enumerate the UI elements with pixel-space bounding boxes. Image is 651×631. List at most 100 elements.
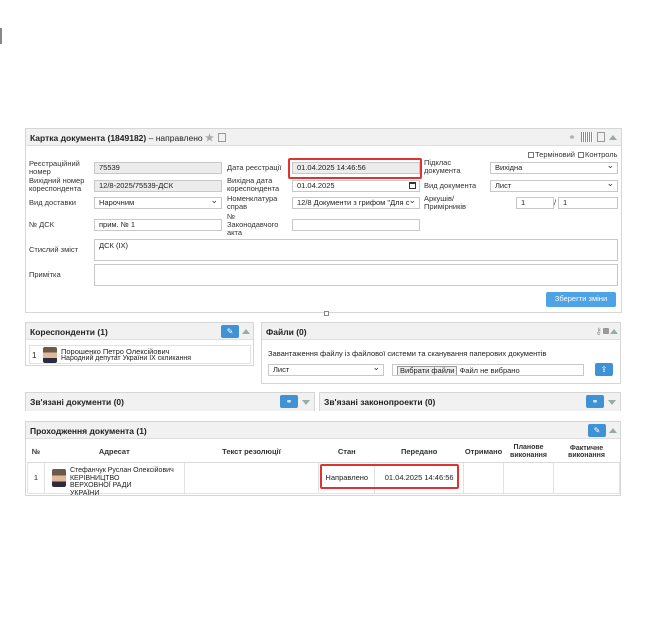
col-actual: Фактичне виконання: [553, 442, 620, 463]
route-resolution-cell: [183, 461, 320, 494]
correspondents-header: Кореспонденти (1) ✎: [26, 323, 253, 340]
reg-date-label: Дата реєстрації: [227, 163, 282, 172]
delivery-select[interactable]: Нарочним: [94, 197, 222, 209]
route-title: Проходження документа (1): [30, 426, 147, 436]
col-sent: Передано: [374, 442, 464, 463]
reg-date-highlight: [288, 158, 422, 179]
barcode-icon[interactable]: [581, 132, 593, 142]
splitter-handle[interactable]: [324, 311, 329, 316]
document-card: Картка документа (1849182) – направлено …: [25, 128, 622, 313]
urgent-checkbox[interactable]: [528, 152, 534, 159]
link-bills-button[interactable]: ⚭: [586, 395, 604, 408]
linked-bills-title: Зв'язані законопроекти (0): [324, 397, 436, 407]
key-icon[interactable]: ⚷: [595, 326, 602, 337]
route-header-row: № Адресат Текст резолюції Стан Передано …: [27, 442, 620, 463]
save-changes-button[interactable]: Зберегти зміни: [546, 292, 616, 307]
linked-bills-header: Зв'язані законопроекти (0) ⚭: [320, 393, 620, 411]
collapse-icon[interactable]: [609, 134, 617, 140]
col-received: Отримано: [463, 442, 504, 463]
urgent-label: Термiновий: [535, 150, 576, 159]
copy-icon[interactable]: [218, 133, 227, 142]
control-checkbox-row[interactable]: Контроль: [578, 151, 618, 159]
no-file-text: Файл не вибрано: [459, 366, 520, 375]
route-state-highlight: [320, 464, 459, 489]
edit-correspondents-button[interactable]: ✎: [221, 325, 239, 338]
reg-number-field[interactable]: 75539: [94, 162, 222, 174]
files-panel: Файли (0) ⚷ Завантаження файлу із файлов…: [261, 322, 621, 384]
correspondent-num: 1: [32, 351, 37, 360]
file-type-select[interactable]: Лист: [268, 364, 384, 376]
subclass-select[interactable]: Вихідна: [490, 162, 618, 174]
route-addressee-org: КЕРІВНИЦТВО ВЕРХОВНОЇ РАДИ УКРАЇНИ: [69, 474, 132, 497]
edit-route-button[interactable]: ✎: [588, 424, 606, 437]
doc-type-label: Вид документа: [424, 181, 477, 190]
sheets-field[interactable]: 1: [516, 197, 554, 209]
linked-docs-title: Зв'язані документи (0): [30, 397, 124, 407]
expand-linked-docs-icon[interactable]: [302, 400, 310, 405]
linked-bills-panel: Зв'язані законопроекти (0) ⚭: [319, 392, 621, 411]
col-planned: Планове виконання: [503, 442, 554, 463]
collapse-route-icon[interactable]: [609, 428, 617, 433]
files-header: Файли (0) ⚷: [262, 323, 620, 340]
route-row-num: 1: [27, 461, 45, 494]
dsk-label: № ДСК: [29, 220, 54, 229]
urgent-checkbox-row[interactable]: Термiновий: [528, 151, 575, 159]
col-addressee: Адресат: [44, 442, 185, 463]
document-icon[interactable]: [597, 132, 605, 142]
collapse-correspondents-icon[interactable]: [242, 329, 250, 334]
choose-files-button[interactable]: Вибрати файли: [397, 366, 458, 375]
card-dash: –: [148, 133, 154, 143]
correspondents-title: Кореспонденти (1): [30, 327, 108, 337]
linked-docs-panel: Зв'язані документи (0) ⚭: [25, 392, 315, 411]
calendar-icon[interactable]: [409, 182, 416, 189]
expand-linked-bills-icon[interactable]: [608, 400, 616, 405]
out-number-label: Вихідний номер кореспондента: [29, 176, 85, 193]
route-addressee-name: Стефанчук Руслан Олексійович: [69, 466, 174, 474]
subclass-label: Підклас документа: [424, 158, 461, 175]
card-status: направлено: [155, 133, 203, 143]
copies-field[interactable]: 1: [558, 197, 618, 209]
avatar: [51, 468, 66, 487]
out-number-field[interactable]: 12/8-2025/75539-ДСК: [94, 180, 222, 192]
note-textarea[interactable]: [94, 264, 618, 286]
sheets-separator: /: [554, 198, 557, 207]
upload-caption: Завантаження файлу із файлової системи т…: [268, 349, 547, 358]
out-date-field[interactable]: 01.04.2025: [292, 180, 420, 192]
card-title: Картка документа (1849182) – направлено …: [30, 133, 227, 144]
file-input[interactable]: Вибрати файли Файл не вибрано: [392, 364, 584, 376]
card-header: Картка документа (1849182) – направлено …: [26, 129, 621, 146]
route-header: Проходження документа (1) ✎: [26, 422, 620, 439]
nomenclature-select[interactable]: 12/8 Документи з грифом "Для с: [292, 197, 420, 209]
card-header-tools: ⚭: [567, 132, 617, 142]
col-state: Стан: [318, 442, 375, 463]
upload-button[interactable]: ⇪: [595, 363, 613, 376]
col-resolution: Текст резолюції: [184, 442, 319, 463]
doc-type-select[interactable]: Лист: [490, 180, 618, 192]
linked-docs-header: Зв'язані документи (0) ⚭: [26, 393, 314, 411]
control-checkbox[interactable]: [578, 152, 584, 159]
link-docs-button[interactable]: ⚭: [280, 395, 298, 408]
reg-number-label: Реєстраційний номер: [29, 159, 80, 176]
lock-icon[interactable]: [603, 328, 609, 334]
route-actual-cell: [553, 461, 620, 494]
dsk-field[interactable]: прим. № 1: [94, 219, 222, 231]
correspondents-panel: Кореспонденти (1) ✎ 1 Порошенко Петро Ол…: [25, 322, 254, 366]
route-planned-cell: [503, 461, 554, 494]
star-icon[interactable]: ★: [205, 133, 214, 144]
files-title: Файли (0): [266, 327, 307, 337]
window-edge-marker: [0, 28, 2, 44]
note-label: Примітка: [29, 270, 61, 279]
card-title-text: Картка документа: [30, 133, 106, 143]
law-field[interactable]: [292, 219, 420, 231]
link-icon[interactable]: ⚭: [567, 132, 577, 142]
col-num: №: [27, 442, 45, 463]
list-item[interactable]: 1 Порошенко Петро Олексійович Народний д…: [29, 345, 251, 364]
summary-label: Стислий зміст: [29, 245, 79, 254]
control-label: Контроль: [585, 150, 618, 159]
nomenclature-label: Номенклатура справ: [227, 194, 278, 211]
collapse-files-icon[interactable]: [610, 329, 618, 334]
summary-textarea[interactable]: ДСК (IX): [94, 239, 618, 261]
delivery-label: Вид доставки: [29, 198, 76, 207]
correspondent-position: Народний депутат України IX скликання: [61, 355, 192, 362]
law-label: № Законодавчого акта: [227, 212, 279, 237]
